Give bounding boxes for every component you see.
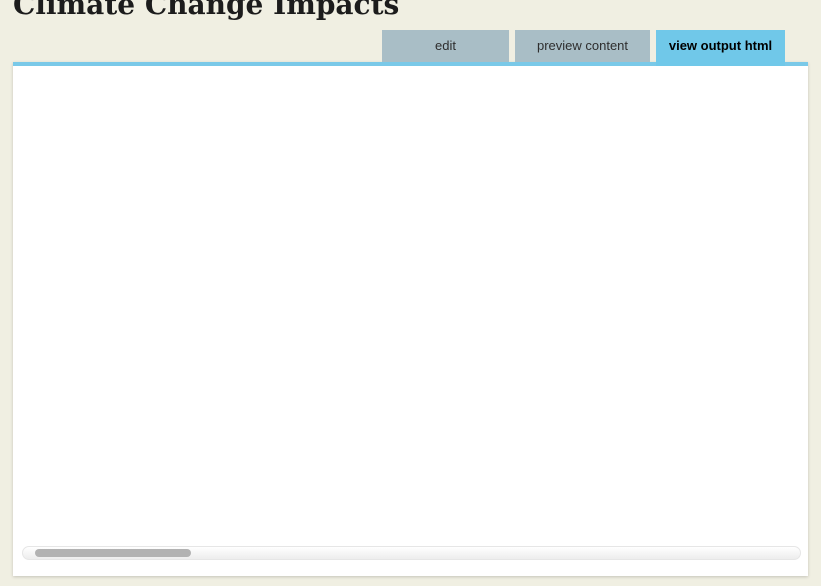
- page: { "page": { "title": "Climate Change Imp…: [0, 0, 821, 586]
- horizontal-scrollbar[interactable]: [22, 546, 801, 560]
- scrollbar-thumb[interactable]: [35, 549, 191, 557]
- tab-edit[interactable]: edit: [382, 30, 509, 62]
- tab-view-output-html[interactable]: view output html: [656, 30, 785, 66]
- content-panel: [13, 62, 808, 576]
- tab-bar: edit preview content view output html: [382, 30, 785, 66]
- page-title: Climate Change Impacts: [13, 0, 399, 21]
- tab-preview-content[interactable]: preview content: [515, 30, 650, 62]
